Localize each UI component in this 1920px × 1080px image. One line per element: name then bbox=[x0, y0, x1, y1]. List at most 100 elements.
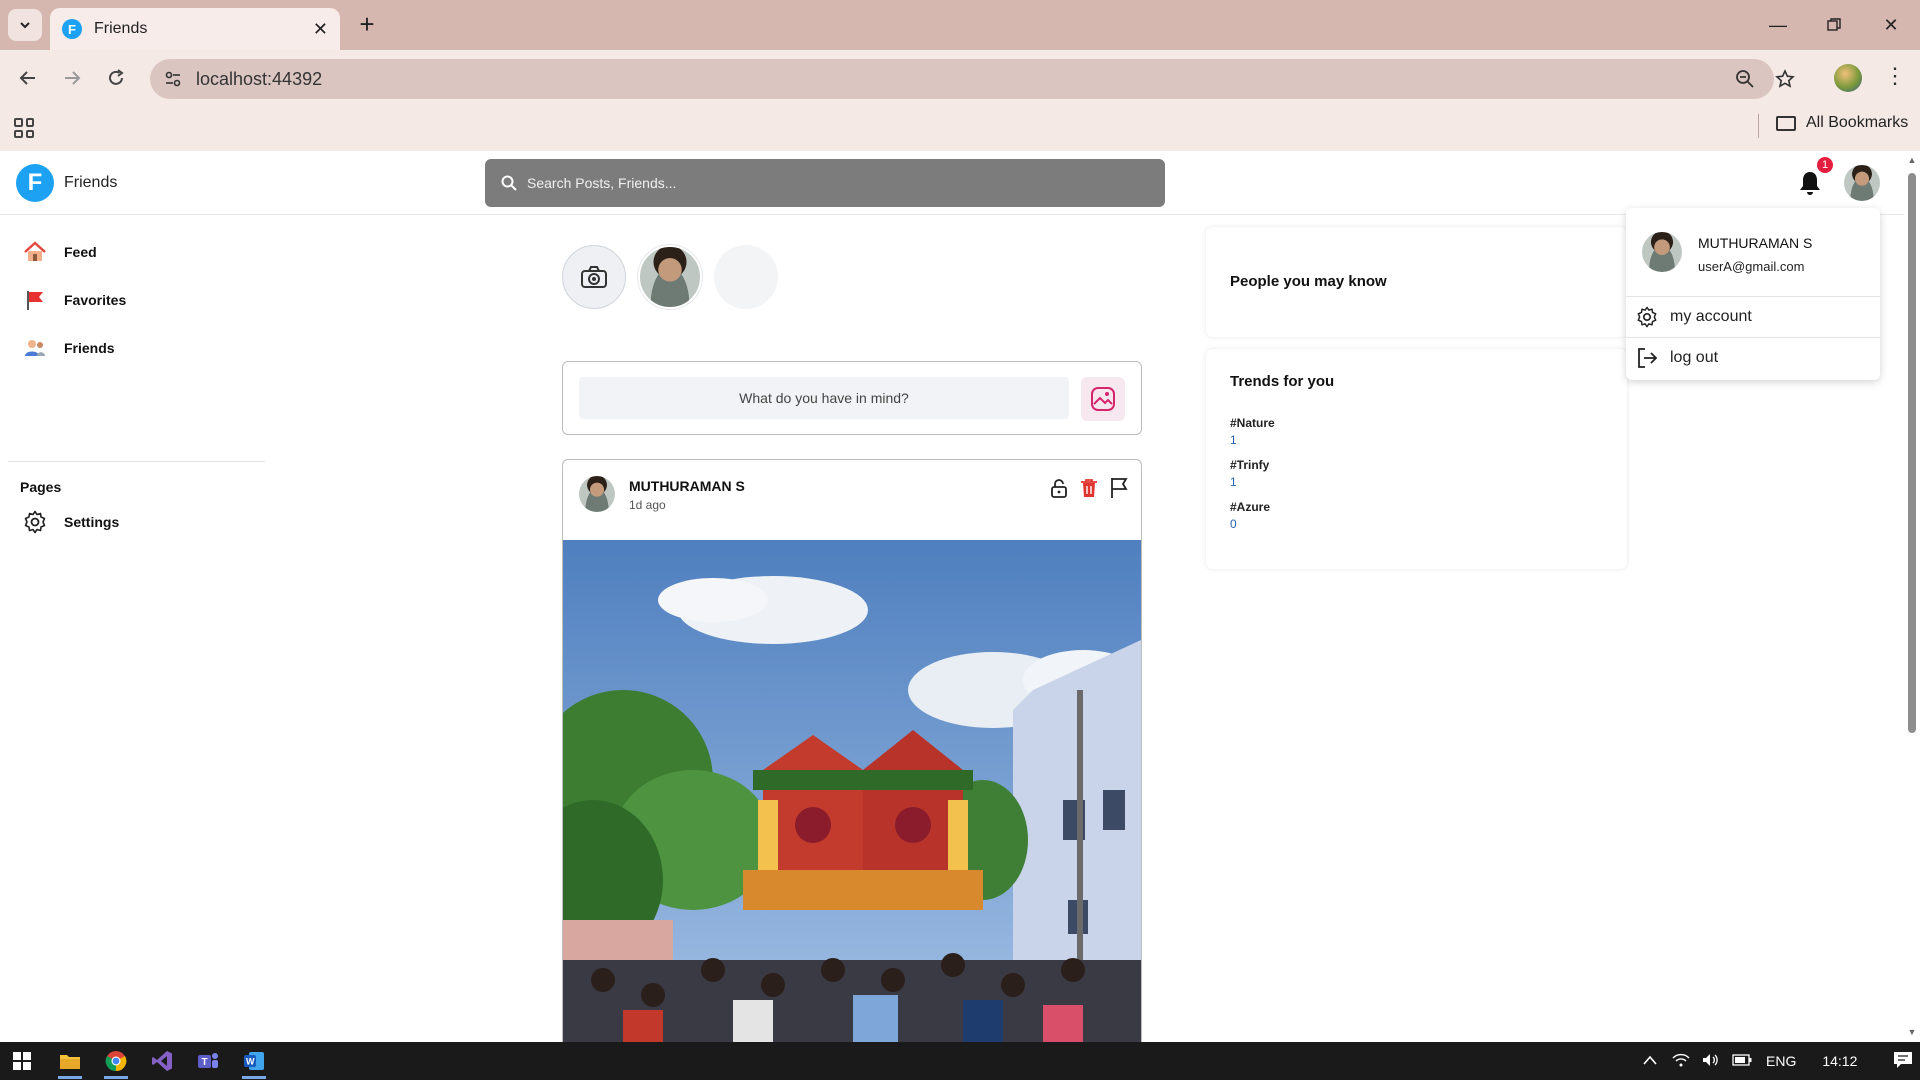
network-icon[interactable] bbox=[1672, 1053, 1690, 1070]
svg-text:W: W bbox=[246, 1057, 255, 1067]
report-flag-icon[interactable] bbox=[1107, 476, 1131, 500]
dropdown-divider bbox=[1626, 337, 1880, 338]
composer-input[interactable]: What do you have in mind? bbox=[579, 377, 1069, 419]
tab-favicon: F bbox=[62, 19, 82, 39]
browser-tab[interactable]: F Friends ✕ bbox=[50, 8, 340, 50]
chevron-down-icon bbox=[20, 22, 30, 29]
trend-tag[interactable]: #Trinfy bbox=[1230, 458, 1269, 472]
trend-tag[interactable]: #Azure bbox=[1230, 500, 1270, 514]
chrome-icon[interactable] bbox=[100, 1045, 132, 1079]
bookmarks-bar: All Bookmarks bbox=[0, 106, 1920, 151]
home-icon bbox=[22, 239, 48, 265]
reload-icon[interactable] bbox=[102, 64, 130, 92]
url-text: localhost:44392 bbox=[196, 69, 323, 89]
teams-icon[interactable]: T bbox=[192, 1045, 224, 1077]
bookmark-star-icon[interactable] bbox=[1774, 68, 1796, 90]
scroll-down-arrow[interactable]: ▼ bbox=[1907, 1027, 1917, 1037]
trend-count: 1 bbox=[1230, 433, 1237, 447]
new-tab-button[interactable]: + bbox=[352, 10, 382, 40]
close-window-icon[interactable]: ✕ bbox=[1871, 10, 1911, 40]
log-out-menu-item[interactable]: log out bbox=[1636, 344, 1718, 372]
app-logo[interactable]: F bbox=[16, 164, 54, 202]
lock-icon[interactable] bbox=[1047, 476, 1071, 500]
svg-text:T: T bbox=[202, 1057, 208, 1068]
folder-icon bbox=[1776, 115, 1796, 131]
trends-card: Trends for you #Nature 1 #Trinfy 1 #Azur… bbox=[1206, 349, 1627, 569]
story-avatar[interactable] bbox=[638, 245, 702, 309]
trend-tag[interactable]: #Nature bbox=[1230, 416, 1275, 430]
zoom-icon[interactable] bbox=[1734, 68, 1756, 90]
tab-title: Friends bbox=[94, 20, 148, 37]
sidebar-item-favorites[interactable]: Favorites bbox=[22, 285, 126, 315]
apps-grid-icon[interactable] bbox=[14, 118, 34, 138]
post-author-avatar[interactable] bbox=[579, 476, 615, 512]
story-placeholder[interactable] bbox=[714, 245, 778, 309]
tab-search-button[interactable] bbox=[8, 9, 42, 41]
sidebar-item-feed[interactable]: Feed bbox=[22, 237, 97, 267]
post-composer: What do you have in mind? bbox=[562, 361, 1142, 435]
trend-count: 0 bbox=[1230, 517, 1237, 531]
sidebar-item-label: Settings bbox=[64, 514, 120, 530]
windows-start-icon[interactable] bbox=[6, 1045, 38, 1077]
sidebar-item-friends[interactable]: Friends bbox=[22, 333, 115, 363]
post-timestamp: 1d ago bbox=[629, 498, 666, 512]
my-account-menu-item[interactable]: my account bbox=[1636, 303, 1752, 331]
browser-menu-icon[interactable]: ⋮ bbox=[1884, 63, 1906, 89]
delete-icon[interactable] bbox=[1077, 476, 1101, 500]
minimize-icon[interactable]: — bbox=[1758, 10, 1798, 40]
battery-icon[interactable] bbox=[1732, 1053, 1752, 1069]
add-photo-button[interactable] bbox=[1081, 377, 1125, 421]
notification-badge: 1 bbox=[1817, 157, 1833, 173]
people-icon bbox=[22, 335, 48, 361]
people-card-title: People you may know bbox=[1230, 273, 1387, 290]
volume-icon[interactable] bbox=[1702, 1053, 1720, 1070]
close-tab-icon[interactable]: ✕ bbox=[313, 19, 328, 40]
clock[interactable]: 14:12 bbox=[1822, 1053, 1857, 1069]
user-avatar[interactable] bbox=[1844, 165, 1880, 201]
logout-icon bbox=[1638, 348, 1658, 368]
search-input[interactable] bbox=[527, 175, 1127, 191]
all-bookmarks-label: All Bookmarks bbox=[1806, 114, 1909, 131]
app-brand-name[interactable]: Friends bbox=[64, 174, 117, 192]
tab-strip: F Friends ✕ + — ✕ bbox=[0, 0, 1920, 50]
bookmarks-separator bbox=[1758, 114, 1759, 138]
notifications-center-icon[interactable] bbox=[1893, 1051, 1913, 1072]
camera-icon bbox=[581, 266, 607, 288]
word-icon[interactable]: W bbox=[238, 1045, 270, 1079]
gear-icon bbox=[22, 509, 48, 535]
my-account-label: my account bbox=[1670, 308, 1752, 325]
people-you-may-know-card: People you may know bbox=[1206, 227, 1627, 337]
sidebar-item-label: Favorites bbox=[64, 292, 127, 308]
file-explorer-icon[interactable] bbox=[54, 1045, 86, 1079]
scroll-up-arrow[interactable]: ▲ bbox=[1907, 155, 1917, 165]
sidebar-divider bbox=[8, 461, 265, 462]
gear-icon bbox=[1637, 306, 1657, 328]
scrollbar-thumb[interactable] bbox=[1908, 173, 1916, 733]
account-dropdown: MUTHURAMAN S userA@gmail.com my account … bbox=[1626, 208, 1880, 380]
search-bar[interactable] bbox=[485, 159, 1165, 207]
post-image[interactable] bbox=[563, 540, 1141, 1042]
sidebar-item-settings[interactable]: Settings bbox=[22, 507, 119, 537]
visual-studio-icon[interactable] bbox=[146, 1045, 178, 1077]
add-story-button[interactable] bbox=[562, 245, 626, 309]
chevron-up-icon[interactable] bbox=[1642, 1053, 1658, 1069]
address-bar[interactable]: localhost:44392 bbox=[150, 59, 1795, 99]
dropdown-user-name: MUTHURAMAN S bbox=[1698, 235, 1813, 251]
browser-toolbar: localhost:44392 ⋮ bbox=[0, 50, 1920, 106]
flag-icon bbox=[22, 287, 48, 313]
log-out-label: log out bbox=[1670, 349, 1719, 366]
browser-chrome: F Friends ✕ + — ✕ localhost:44392 ⋮ All … bbox=[0, 0, 1920, 151]
page-viewport: F Friends 1 Feed Favorites bbox=[0, 151, 1920, 1042]
language-indicator[interactable]: ENG bbox=[1766, 1053, 1796, 1069]
forward-icon[interactable] bbox=[58, 64, 86, 92]
post-author-name[interactable]: MUTHURAMAN S bbox=[629, 478, 745, 494]
sidebar-item-label: Feed bbox=[64, 244, 97, 260]
sidebar-item-label: Friends bbox=[64, 340, 115, 356]
browser-profile-avatar[interactable] bbox=[1834, 64, 1862, 92]
page-scrollbar[interactable]: ▲ ▼ bbox=[1904, 151, 1920, 1042]
back-icon[interactable] bbox=[14, 64, 42, 92]
restore-icon[interactable] bbox=[1814, 10, 1854, 40]
site-info-icon[interactable] bbox=[162, 68, 184, 90]
trend-count: 1 bbox=[1230, 475, 1237, 489]
all-bookmarks-button[interactable]: All Bookmarks bbox=[1776, 114, 1908, 132]
